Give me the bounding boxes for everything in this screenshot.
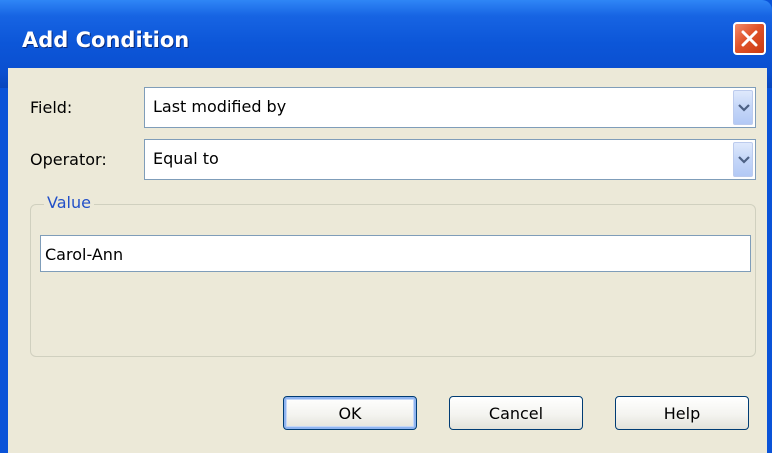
dialog-body: Field: Last modified by Operator: Equal … bbox=[8, 68, 767, 453]
value-group-label: Value bbox=[44, 193, 94, 212]
ok-button[interactable]: OK bbox=[283, 396, 417, 430]
close-icon bbox=[741, 30, 758, 47]
field-label: Field: bbox=[30, 98, 73, 117]
field-select[interactable]: Last modified by bbox=[144, 87, 756, 128]
close-button[interactable] bbox=[733, 22, 766, 55]
chevron-down-icon bbox=[738, 103, 750, 112]
help-button[interactable]: Help bbox=[615, 396, 749, 430]
dialog-title: Add Condition bbox=[22, 28, 190, 52]
operator-select-value: Equal to bbox=[153, 149, 219, 168]
field-dropdown-button[interactable] bbox=[733, 90, 753, 125]
value-group bbox=[30, 204, 756, 357]
chevron-down-icon bbox=[738, 155, 750, 164]
add-condition-dialog: Add Condition Field: Last modified by Op… bbox=[0, 0, 772, 453]
value-input[interactable]: Carol-Ann bbox=[40, 235, 751, 272]
operator-label: Operator: bbox=[30, 150, 107, 169]
cancel-button[interactable]: Cancel bbox=[449, 396, 583, 430]
field-select-value: Last modified by bbox=[153, 97, 287, 116]
operator-select[interactable]: Equal to bbox=[144, 139, 756, 180]
value-input-text: Carol-Ann bbox=[45, 245, 124, 264]
operator-dropdown-button[interactable] bbox=[733, 142, 753, 177]
